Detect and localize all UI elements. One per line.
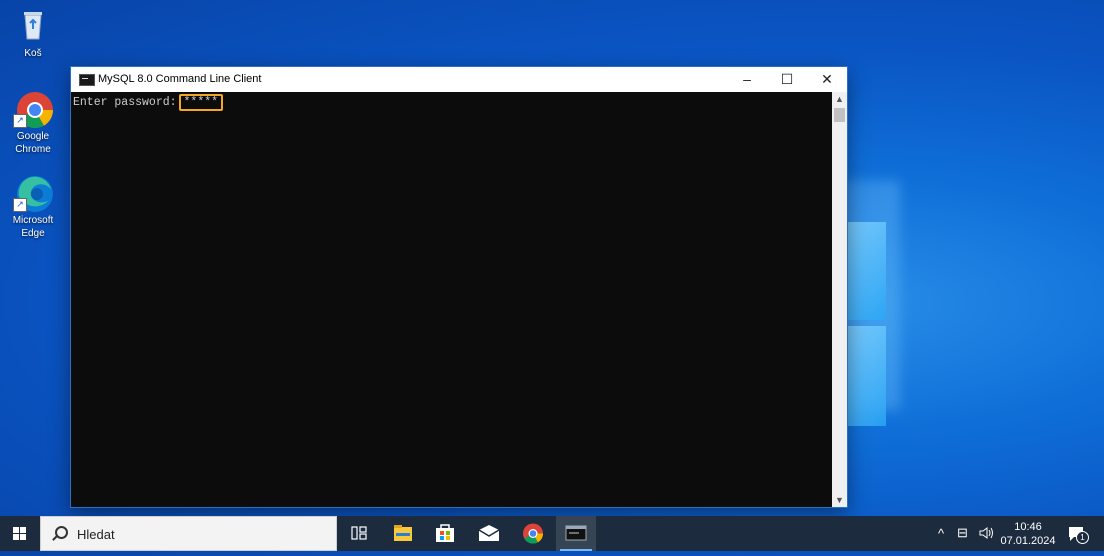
window-titlebar[interactable]: MySQL 8.0 Command Line Client – ☐ ✕ <box>71 67 847 92</box>
password-input[interactable]: ***** <box>178 94 224 111</box>
desktop-icon-label: Microsoft Edge <box>12 215 54 239</box>
notifications-count-badge: 1 <box>1076 531 1089 544</box>
window-title: MySQL 8.0 Command Line Client <box>98 73 262 85</box>
search-placeholder: Hledat <box>77 527 115 542</box>
scrollbar-thumb[interactable] <box>834 108 845 122</box>
search-icon <box>55 526 68 539</box>
password-prompt-line: Enter password: ***** <box>73 94 224 111</box>
shortcut-arrow-icon: ↗ <box>13 198 27 212</box>
vertical-scrollbar[interactable]: ▲ ▼ <box>832 92 847 507</box>
maximize-button[interactable]: ☐ <box>767 67 807 92</box>
start-button[interactable] <box>0 516 40 551</box>
chrome-icon[interactable] <box>513 516 553 551</box>
scroll-up-icon[interactable]: ▲ <box>832 92 847 106</box>
desktop-icon-microsoft-edge[interactable]: ↗ Microsoft Edge <box>5 172 61 240</box>
clock-time: 10:46 <box>1014 521 1042 533</box>
volume-icon[interactable] <box>978 525 994 544</box>
edge-icon: ↗ <box>13 172 53 212</box>
desktop-icon-label: Google Chrome <box>15 131 51 155</box>
chrome-icon: ↗ <box>13 88 54 129</box>
tray-overflow-chevron-icon[interactable]: ^ <box>938 526 944 541</box>
wallpaper-logo-pane <box>848 222 886 320</box>
console-icon <box>79 74 95 86</box>
store-icon[interactable] <box>425 516 465 551</box>
clock[interactable]: 10:46 07.01.2024 <box>1000 520 1056 548</box>
taskbar-search-box[interactable]: Hledat <box>40 516 337 551</box>
recycle-bin-icon <box>13 5 53 45</box>
clock-date: 07.01.2024 <box>1000 535 1056 547</box>
mysql-console-icon[interactable] <box>556 516 596 551</box>
password-prompt: Enter password: <box>73 96 177 109</box>
mysql-console-window[interactable]: MySQL 8.0 Command Line Client – ☐ ✕ Ente… <box>71 67 847 507</box>
taskbar: Hledat ^ ⊟ 10:46 07.01.2024 1 <box>0 516 1104 551</box>
close-button[interactable]: ✕ <box>807 67 847 92</box>
file-explorer-icon[interactable] <box>383 516 423 551</box>
scroll-down-icon[interactable]: ▼ <box>832 493 847 507</box>
desktop-icon-google-chrome[interactable]: ↗ Google Chrome <box>5 88 61 156</box>
desktop-icon-recycle-bin[interactable]: Koš <box>5 5 61 60</box>
task-view-icon[interactable] <box>339 516 379 551</box>
shortcut-arrow-icon: ↗ <box>13 114 27 128</box>
mail-icon[interactable] <box>469 516 509 551</box>
wallpaper-logo-pane <box>848 326 886 426</box>
minimize-button[interactable]: – <box>727 67 767 92</box>
network-icon[interactable]: ⊟ <box>957 525 968 541</box>
console-output[interactable]: Enter password: ***** <box>71 92 832 507</box>
desktop-icon-label: Koš <box>24 48 42 59</box>
notifications-button[interactable]: 1 <box>1066 524 1090 544</box>
